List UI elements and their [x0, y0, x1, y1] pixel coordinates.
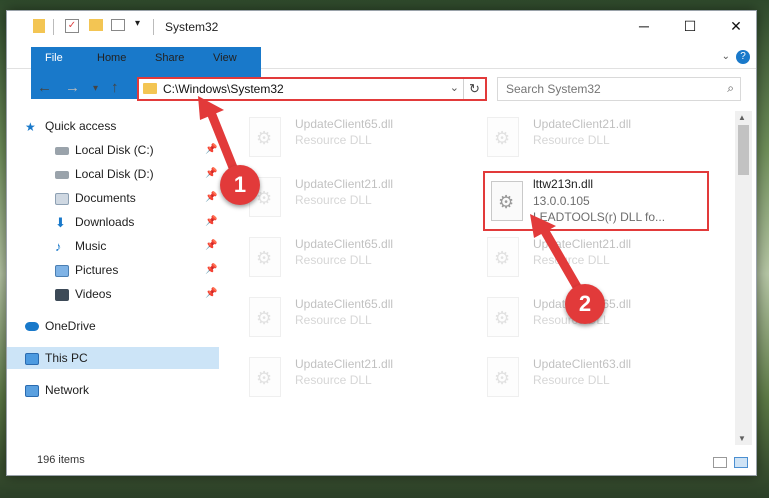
file-item[interactable]: UpdateClient65.dll Resource DLL — [229, 291, 459, 343]
pin-icon[interactable]: 📌 — [205, 288, 217, 299]
search-input[interactable] — [506, 79, 706, 99]
dll-file-icon — [487, 357, 519, 397]
large-icons-view-icon[interactable] — [734, 457, 748, 468]
dll-file-icon — [249, 237, 281, 277]
properties-icon[interactable]: ✓ — [65, 19, 79, 33]
details-view-icon[interactable] — [712, 457, 727, 468]
dll-file-icon — [491, 181, 523, 221]
close-button[interactable]: ✕ — [713, 11, 756, 41]
sidebar-item-documents[interactable]: Documents — [55, 187, 136, 209]
sidebar-item-network[interactable]: Network — [25, 379, 89, 401]
file-item[interactable]: UpdateClient65.dll Resource DLL — [229, 231, 459, 283]
refresh-icon[interactable]: ↻ — [463, 79, 485, 99]
forward-arrow-icon[interactable]: → — [65, 79, 80, 96]
separator — [53, 19, 54, 35]
pin-icon[interactable]: 📌 — [205, 216, 217, 227]
cloud-icon — [25, 322, 39, 332]
file-item-lttw213n[interactable]: lttw213n.dll 13.0.0.105 LEADTOOLS(r) DLL… — [483, 171, 709, 231]
sidebar-item-pictures[interactable]: Pictures — [55, 259, 118, 281]
file-explorer-window: ✓ ▾ System32 ─ ☐ ✕ File Home Share View … — [6, 10, 757, 476]
new-folder-icon[interactable] — [89, 19, 103, 31]
network-icon — [25, 384, 39, 397]
recent-locations-icon[interactable]: ▾ — [93, 83, 98, 94]
computer-icon — [25, 352, 39, 365]
music-icon: ♪ — [55, 238, 62, 254]
navigation-bar: ← → ▾ ↑ C:\Windows\System32 ⌄ ↻ ⌕ — [7, 73, 756, 105]
star-icon: ★ — [25, 119, 36, 134]
status-bar: 196 items — [7, 451, 756, 475]
folder-icon — [143, 83, 157, 94]
file-item[interactable]: UpdateClient21.dll Resource DLL — [229, 351, 459, 403]
sidebar-item-local-disk-c[interactable]: Local Disk (C:) — [55, 139, 154, 161]
item-count: 196 items — [37, 454, 85, 466]
expand-ribbon-icon[interactable]: ⌄ — [722, 51, 730, 62]
scrollbar-thumb[interactable] — [738, 125, 749, 175]
pin-icon[interactable]: 📌 — [205, 264, 217, 275]
tab-share[interactable]: Share — [141, 47, 198, 69]
view-toggle — [709, 457, 748, 471]
scroll-down-icon[interactable]: ▼ — [738, 434, 746, 443]
search-box[interactable]: ⌕ — [497, 77, 741, 101]
dll-file-icon — [487, 297, 519, 337]
scroll-up-icon[interactable]: ▲ — [738, 113, 746, 122]
dll-file-icon — [487, 117, 519, 157]
navigation-pane: ★ Quick access Local Disk (C:) 📌 Local Di… — [7, 111, 219, 441]
file-list: UpdateClient65.dll Resource DLL UpdateCl… — [229, 107, 737, 443]
pin-icon[interactable]: 📌 — [205, 192, 217, 203]
sidebar-item-local-disk-d[interactable]: Local Disk (D:) — [55, 163, 154, 185]
dll-file-icon — [487, 237, 519, 277]
drive-icon — [55, 170, 69, 179]
window-title: System32 — [165, 20, 219, 34]
file-item[interactable]: UpdateClient21.dll Resource DLL — [467, 111, 697, 163]
sidebar-item-this-pc[interactable]: This PC — [25, 347, 88, 369]
dll-file-icon — [249, 357, 281, 397]
file-item[interactable]: UpdateClient21.dll Resource DLL — [229, 171, 459, 223]
pin-icon[interactable]: 📌 — [205, 144, 217, 155]
maximize-button[interactable]: ☐ — [667, 11, 713, 41]
folder-icon — [33, 19, 45, 33]
sidebar-item-quick-access[interactable]: ★ Quick access — [25, 115, 116, 137]
sidebar-item-music[interactable]: ♪ Music — [55, 235, 106, 257]
drive-icon — [55, 146, 69, 155]
sidebar-item-videos[interactable]: Videos — [55, 283, 111, 305]
address-bar[interactable]: C:\Windows\System32 ⌄ ↻ — [137, 77, 487, 101]
search-icon[interactable]: ⌕ — [727, 81, 734, 96]
file-item[interactable]: UpdateClient65.dll Resource DLL — [229, 111, 459, 163]
separator — [153, 19, 154, 35]
up-arrow-icon[interactable]: ↑ — [111, 79, 119, 96]
chevron-down-icon[interactable]: ▾ — [135, 18, 140, 29]
callout-badge-1: 1 — [220, 165, 260, 205]
dll-file-icon — [249, 117, 281, 157]
pin-icon[interactable]: 📌 — [205, 168, 217, 179]
help-icon[interactable]: ? — [736, 50, 750, 64]
pictures-icon — [55, 264, 69, 277]
file-item[interactable]: UpdateClient21.dll Resource DLL — [467, 231, 697, 283]
chevron-down-icon[interactable]: ⌄ — [450, 81, 459, 94]
tab-view[interactable]: View — [199, 47, 251, 69]
videos-icon — [55, 288, 69, 301]
callout-badge-2: 2 — [565, 284, 605, 324]
minimize-button[interactable]: ─ — [621, 11, 667, 41]
file-item[interactable]: UpdateClient63.dll Resource DLL — [467, 351, 697, 403]
vertical-scrollbar[interactable]: ▲ ▼ — [735, 111, 752, 445]
title-bar: ✓ ▾ System32 ─ ☐ ✕ — [7, 11, 756, 43]
sidebar-item-downloads[interactable]: ⬇ Downloads — [55, 211, 134, 233]
address-path[interactable]: C:\Windows\System32 — [163, 82, 284, 96]
documents-icon — [55, 192, 69, 205]
tab-home[interactable]: Home — [83, 47, 140, 69]
customize-toolbar-icon[interactable] — [111, 19, 125, 31]
sidebar-item-onedrive[interactable]: OneDrive — [25, 315, 96, 337]
back-arrow-icon[interactable]: ← — [37, 79, 52, 96]
dll-file-icon — [249, 297, 281, 337]
pin-icon[interactable]: 📌 — [205, 240, 217, 251]
download-icon: ⬇ — [55, 214, 66, 230]
ribbon: File Home Share View ⌄ ? — [7, 43, 756, 99]
